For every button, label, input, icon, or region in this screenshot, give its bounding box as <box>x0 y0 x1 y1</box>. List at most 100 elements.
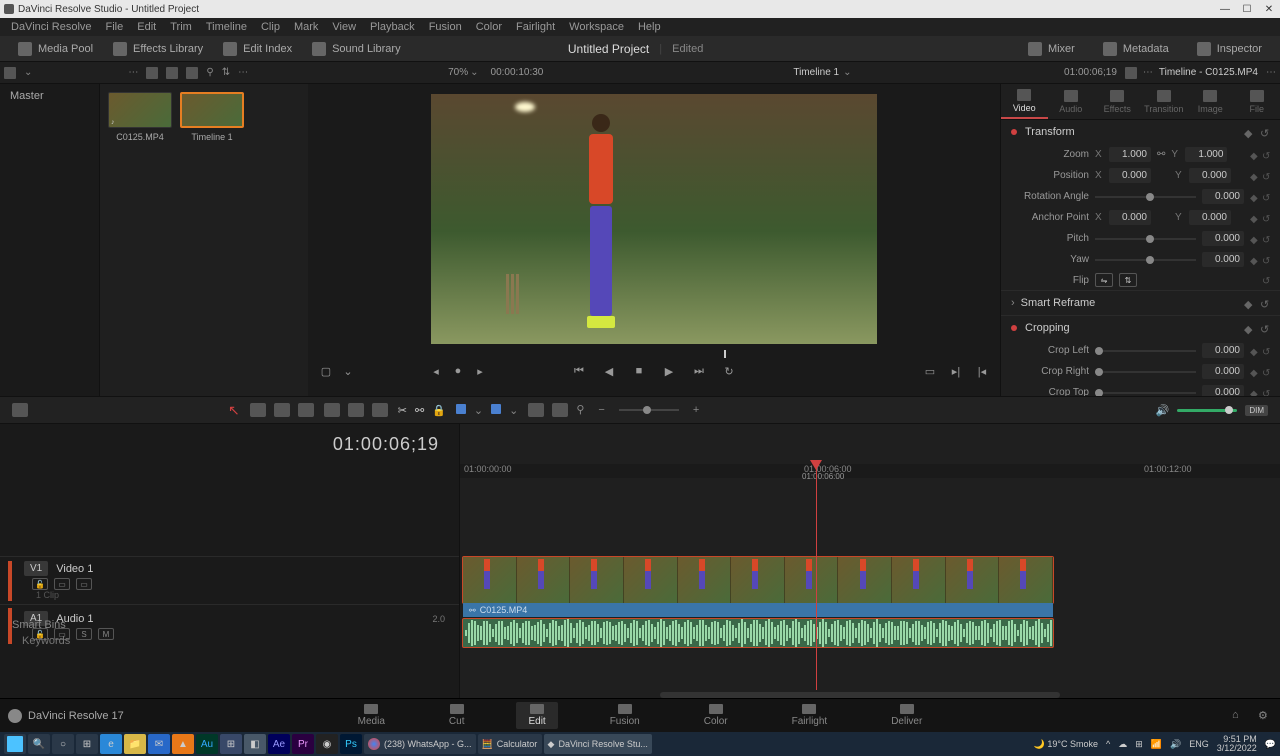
tab-file[interactable]: File <box>1234 84 1280 119</box>
kf-icon[interactable]: ◆ <box>1244 298 1254 308</box>
reset-icon[interactable]: ↺ <box>1260 298 1270 308</box>
tab-effects[interactable]: Effects <box>1094 84 1141 119</box>
crop-right-slider[interactable] <box>1095 371 1196 373</box>
video-track-badge[interactable]: V1 <box>24 561 48 576</box>
mute-button[interactable]: M <box>98 628 114 640</box>
language-indicator[interactable]: ENG <box>1189 739 1209 749</box>
menu-clip[interactable]: Clip <box>254 21 287 33</box>
overwrite-icon[interactable] <box>348 403 364 417</box>
kf-icon[interactable]: ◆ <box>1244 323 1254 333</box>
volume-tray-icon[interactable]: 🔊 <box>1170 739 1181 750</box>
out-point-icon[interactable]: |◂ <box>974 363 990 379</box>
yaw-input[interactable]: 0.000 <box>1202 252 1244 267</box>
audio-clip[interactable]: ⚯C0125.MP4 <box>462 618 1054 648</box>
viewer-frame[interactable] <box>431 94 877 344</box>
vlc-icon[interactable]: ▲ <box>172 734 194 754</box>
insert-icon[interactable] <box>324 403 340 417</box>
media-pool-toggle[interactable]: Media Pool <box>8 42 103 56</box>
kf-icon[interactable]: ◆ <box>1250 347 1258 355</box>
close-button[interactable]: ✕ <box>1262 4 1276 15</box>
enable-dot-icon[interactable] <box>1011 325 1017 331</box>
bypass-icon[interactable] <box>1125 67 1137 79</box>
app-icon[interactable]: ⊞ <box>220 734 242 754</box>
minimize-button[interactable]: — <box>1218 4 1232 15</box>
tab-audio[interactable]: Audio <box>1048 84 1095 119</box>
video-clip[interactable]: ⚯C0125.MP4 <box>462 556 1054 604</box>
tray-icon[interactable]: ☁ <box>1118 739 1127 750</box>
chrome-task[interactable]: (238) WhatsApp - G... <box>364 734 476 754</box>
kf-icon[interactable]: ◆ <box>1250 235 1258 243</box>
maximize-button[interactable]: ☐ <box>1240 4 1254 15</box>
timeline-timecode[interactable]: 01:00:06;19 <box>0 424 459 464</box>
zoom-y-input[interactable]: 1.000 <box>1185 147 1227 162</box>
transform-header[interactable]: Transform ◆↺ <box>1001 120 1280 144</box>
yaw-slider[interactable] <box>1095 259 1196 261</box>
replace-icon[interactable] <box>372 403 388 417</box>
timeline-dropdown-icon[interactable]: ⌄ <box>843 67 851 78</box>
search-icon[interactable]: ⚲ <box>206 67 213 78</box>
in-point-icon[interactable]: ▸| <box>948 363 964 379</box>
next-edit-icon[interactable]: ▸ <box>472 363 488 379</box>
cropping-header[interactable]: Cropping ◆↺ <box>1001 316 1280 340</box>
edit-index-toggle[interactable]: Edit Index <box>213 42 302 56</box>
menu-fusion[interactable]: Fusion <box>422 21 469 33</box>
bin-dropdown-icon[interactable]: ⌄ <box>24 67 32 78</box>
mixer-toggle[interactable]: Mixer <box>1018 42 1085 56</box>
zoom-slider[interactable] <box>619 409 679 411</box>
kf-icon[interactable]: ◆ <box>1250 389 1258 397</box>
marker-icon[interactable] <box>491 404 501 414</box>
loop-button[interactable]: ↻ <box>721 363 737 379</box>
timeline-thumb[interactable]: Timeline 1 <box>180 92 244 388</box>
crop-right-input[interactable]: 0.000 <box>1202 364 1244 379</box>
kf-icon[interactable]: ◆ <box>1250 368 1258 376</box>
smart-bins-header[interactable]: Smart Bins <box>6 617 94 633</box>
search-button[interactable]: 🔍 <box>28 734 50 754</box>
effects-library-toggle[interactable]: Effects Library <box>103 42 213 56</box>
first-frame-button[interactable]: ⏮ <box>571 363 587 379</box>
link-icon[interactable]: ⚯ <box>1157 149 1165 160</box>
kf-icon[interactable]: ◆ <box>1250 172 1258 180</box>
auto-select-icon[interactable]: ▭ <box>54 578 70 590</box>
menu-view[interactable]: View <box>325 21 363 33</box>
bin-view-icon[interactable] <box>4 67 16 79</box>
home-icon[interactable]: ⌂ <box>1232 709 1246 723</box>
cortana-button[interactable]: ○ <box>52 734 74 754</box>
volume-slider[interactable] <box>1177 409 1237 412</box>
tl-search-icon[interactable]: ⚲ <box>576 403 584 417</box>
trim-tool-icon[interactable] <box>250 403 266 417</box>
zoom-out-button[interactable]: − <box>594 404 608 416</box>
razor-icon[interactable]: ✂ <box>398 404 407 417</box>
reset-icon[interactable]: ↺ <box>1262 389 1270 397</box>
track-lock-icon[interactable]: 🔓 <box>32 578 48 590</box>
pitch-slider[interactable] <box>1095 238 1196 240</box>
link-tool-icon[interactable]: ⚯ <box>415 404 424 417</box>
mail-icon[interactable]: ✉ <box>148 734 170 754</box>
flag-icon[interactable] <box>456 404 466 414</box>
timeline-view-options-icon[interactable] <box>12 403 28 417</box>
prev-edit-icon[interactable]: ◂ <box>428 363 444 379</box>
inspector-toggle[interactable]: Inspector <box>1187 42 1272 56</box>
smart-reframe-header[interactable]: › Smart Reframe ◆↺ <box>1001 291 1280 315</box>
reset-icon[interactable]: ↺ <box>1262 235 1270 243</box>
crop-top-input[interactable]: 0.000 <box>1202 385 1244 396</box>
volume-icon[interactable]: 🔊 <box>1156 404 1170 417</box>
timeline-tracks[interactable]: 01:00:00:00 01:00:06:00 01:00:12:00 01:0… <box>460 424 1280 698</box>
metadata-toggle[interactable]: Metadata <box>1093 42 1179 56</box>
audition-icon[interactable]: Au <box>196 734 218 754</box>
strip-icon[interactable] <box>186 67 198 79</box>
photoshop-icon[interactable]: Ps <box>340 734 362 754</box>
kf-icon[interactable]: ◆ <box>1250 193 1258 201</box>
safe-area-chevron-icon[interactable]: ⌄ <box>340 363 356 379</box>
wifi-icon[interactable]: 📶 <box>1151 739 1162 750</box>
playhead[interactable] <box>816 460 817 690</box>
match-frame-icon[interactable]: ▭ <box>922 363 938 379</box>
thumb-icon[interactable] <box>166 67 178 79</box>
page-edit[interactable]: Edit <box>516 702 557 729</box>
sound-library-toggle[interactable]: Sound Library <box>302 42 411 56</box>
menu-timeline[interactable]: Timeline <box>199 21 254 33</box>
lock-icon[interactable]: 🔒 <box>432 404 446 417</box>
app-icon[interactable]: ◧ <box>244 734 266 754</box>
zoom-chevron-icon[interactable]: ⌄ <box>470 67 478 78</box>
timeline-ruler[interactable]: 01:00:00:00 01:00:06:00 01:00:12:00 <box>460 464 1280 478</box>
crop-left-slider[interactable] <box>1095 350 1196 352</box>
